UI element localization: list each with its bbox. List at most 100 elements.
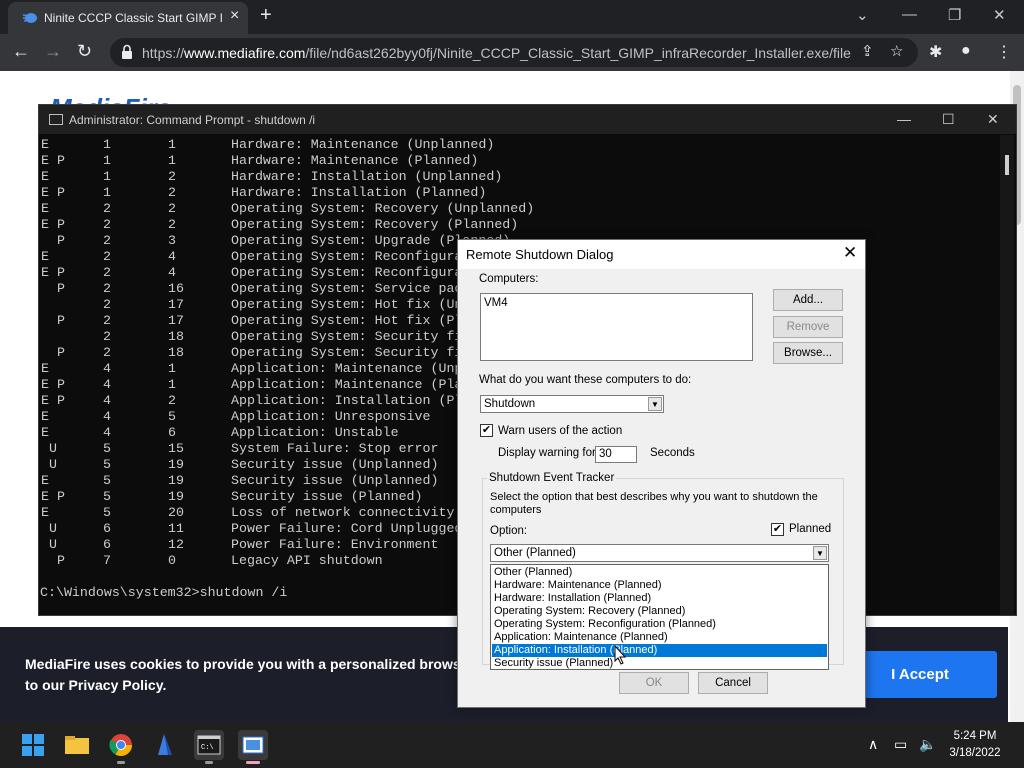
cmd-cell-minor: 2	[168, 393, 176, 408]
cmd-cell-ep: E	[41, 473, 49, 488]
option-list-item[interactable]: Hardware: Installation (Planned)	[492, 592, 827, 605]
option-list-item[interactable]: Other (Planned)	[492, 566, 827, 579]
show-hidden-icons-chevron-icon[interactable]: ∧	[868, 736, 878, 753]
forward-icon[interactable]: →	[44, 41, 62, 62]
cmd-cell-minor: 18	[168, 345, 184, 360]
remote-shutdown-dialog: Remote Shutdown Dialog ✕ Computers: VM4 …	[457, 239, 866, 708]
cmd-cell-major: 1	[103, 169, 111, 184]
file-explorer-icon[interactable]	[62, 730, 92, 760]
seconds-label: Seconds	[650, 447, 695, 459]
cmd-cell-minor: 1	[168, 153, 176, 168]
option-list-item[interactable]: Operating System: Recovery (Planned)	[492, 605, 827, 618]
dialog-titlebar[interactable]: Remote Shutdown Dialog ✕	[458, 240, 865, 269]
remove-button[interactable]: Remove	[773, 316, 843, 338]
dialog-close-icon[interactable]: ✕	[843, 243, 857, 263]
network-icon[interactable]: ▭	[894, 736, 907, 753]
cmd-cell-major: 4	[103, 425, 111, 440]
warn-users-checkbox[interactable]: ✔	[480, 424, 493, 437]
cmd-cell-title: Hardware: Maintenance (Planned)	[231, 153, 479, 168]
system-clock[interactable]: 5:24 PM 3/18/2022	[940, 728, 1010, 762]
option-list-item[interactable]: Hardware: Maintenance (Planned)	[492, 579, 827, 592]
option-list-item[interactable]: Security issue (Planned)	[492, 657, 827, 670]
cmd-close-icon[interactable]: ✕	[987, 111, 999, 128]
cmd-cell-ep: E	[41, 169, 49, 184]
cmd-cell-title: Operating System: Service pac	[231, 281, 463, 296]
ok-button[interactable]: OK	[619, 672, 689, 694]
address-bar[interactable]: https://www.mediafire.com/file/nd6ast262…	[110, 38, 918, 67]
back-icon[interactable]: ←	[12, 41, 30, 62]
browser-tab[interactable]: Ninite CCCP Classic Start GIMP In ×	[8, 2, 248, 34]
cmd-cell-ep: U	[41, 521, 57, 536]
cmd-cell-title: System Failure: Stop error	[231, 441, 439, 456]
privacy-policy-link[interactable]: Privacy Policy	[69, 677, 163, 693]
planned-checkbox[interactable]: ✔	[771, 523, 784, 536]
cmd-cell-minor: 12	[168, 537, 184, 552]
cmd-scrollbar[interactable]	[1000, 135, 1014, 615]
cmd-prompt-line[interactable]: C:\Windows\system32>shutdown /i	[40, 585, 287, 601]
option-dropdown[interactable]: Other (Planned) ▼	[490, 544, 829, 562]
chrome-icon[interactable]	[106, 730, 136, 764]
cmd-cell-title: Application: Installation (Pl	[231, 393, 463, 408]
cmd-cell-minor: 11	[168, 521, 184, 536]
browser-tabstrip: Ninite CCCP Classic Start GIMP In × + ⌄ …	[0, 0, 1024, 34]
cmd-cell-major: 5	[103, 489, 111, 504]
option-list-item[interactable]: Operating System: Reconfiguration (Plann…	[492, 618, 827, 631]
cancel-button[interactable]: Cancel	[698, 672, 768, 694]
cmd-output-row: E 1 2 Hardware: Installation (Unplanned)	[40, 169, 998, 185]
app-icon[interactable]	[150, 730, 180, 760]
cmd-output-row: E P 1 2 Hardware: Installation (Planned)	[40, 185, 998, 201]
new-tab-icon[interactable]: +	[260, 4, 272, 27]
cmd-cell-major: 2	[103, 265, 111, 280]
add-button[interactable]: Add...	[773, 289, 843, 311]
browse-button[interactable]: Browse...	[773, 342, 843, 364]
computers-list[interactable]: VM4	[480, 293, 753, 361]
cmd-cell-major: 2	[103, 297, 111, 312]
warning-seconds-input[interactable]: 30	[595, 446, 637, 463]
cmd-cell-minor: 2	[168, 217, 176, 232]
cmd-cell-major: 6	[103, 537, 111, 552]
reload-icon[interactable]: ↻	[77, 41, 92, 62]
cmd-cell-major: 2	[103, 313, 111, 328]
action-dropdown[interactable]: Shutdown ▼	[480, 395, 664, 413]
accept-cookies-button[interactable]: I Accept	[843, 651, 997, 698]
cmd-minimize-icon[interactable]: —	[897, 111, 911, 127]
computer-item[interactable]: VM4	[484, 297, 508, 309]
cmd-maximize-icon[interactable]: ☐	[942, 111, 955, 128]
clock-time: 5:24 PM	[953, 730, 997, 742]
cmd-cell-major: 4	[103, 377, 111, 392]
cmd-cell-ep: U	[41, 441, 57, 456]
tab-search-icon[interactable]: ⌄	[856, 6, 869, 24]
minimize-icon[interactable]: —	[902, 6, 917, 23]
close-tab-icon[interactable]: ×	[230, 7, 239, 25]
cmd-cell-minor: 19	[168, 473, 184, 488]
cmd-cell-title: Hardware: Installation (Planned)	[231, 185, 487, 200]
cmd-titlebar[interactable]: Administrator: Command Prompt - shutdown…	[39, 105, 1016, 134]
computers-label: Computers:	[479, 273, 539, 285]
option-list-item[interactable]: Application: Maintenance (Planned)	[492, 631, 827, 644]
cmd-cell-title: Legacy API shutdown	[231, 553, 383, 568]
option-list-item[interactable]: Application: Installation (Planned)	[491, 643, 828, 658]
cmd-cell-minor: 1	[168, 377, 176, 392]
dialog-title: Remote Shutdown Dialog	[466, 247, 614, 262]
restore-icon[interactable]: ❐	[948, 6, 961, 24]
cmd-cell-ep: E	[41, 505, 49, 520]
bookmark-star-icon[interactable]: ☆	[890, 42, 903, 60]
option-dropdown-list[interactable]: Other (Planned) Hardware: Maintenance (Pl…	[490, 564, 829, 670]
cmd-cell-major: 1	[103, 185, 111, 200]
extensions-icon[interactable]: ✱	[929, 42, 942, 62]
profile-icon[interactable]: ●	[961, 42, 971, 60]
cmd-cell-ep: E P	[41, 393, 65, 408]
share-icon[interactable]: ⇪	[861, 42, 874, 60]
volume-icon[interactable]: 🔈	[919, 736, 936, 753]
terminal-icon[interactable]: C:\	[194, 730, 224, 764]
cmd-cell-title: Operating System: Reconfigura	[231, 249, 463, 264]
close-window-icon[interactable]: ✕	[993, 6, 1006, 24]
menu-icon[interactable]: ⋮	[996, 42, 1012, 62]
cmd-output-row: E 2 2 Operating System: Recovery (Unplanned…	[40, 201, 998, 217]
cmd-icon	[49, 114, 63, 125]
cmd-cell-title: Loss of network connectivity	[231, 505, 455, 520]
clock-date: 3/18/2022	[949, 747, 1001, 759]
start-icon[interactable]	[18, 730, 48, 760]
remote-shutdown-icon[interactable]	[238, 730, 268, 764]
cmd-cell-title: Application: Maintenance (Pla	[231, 377, 463, 392]
